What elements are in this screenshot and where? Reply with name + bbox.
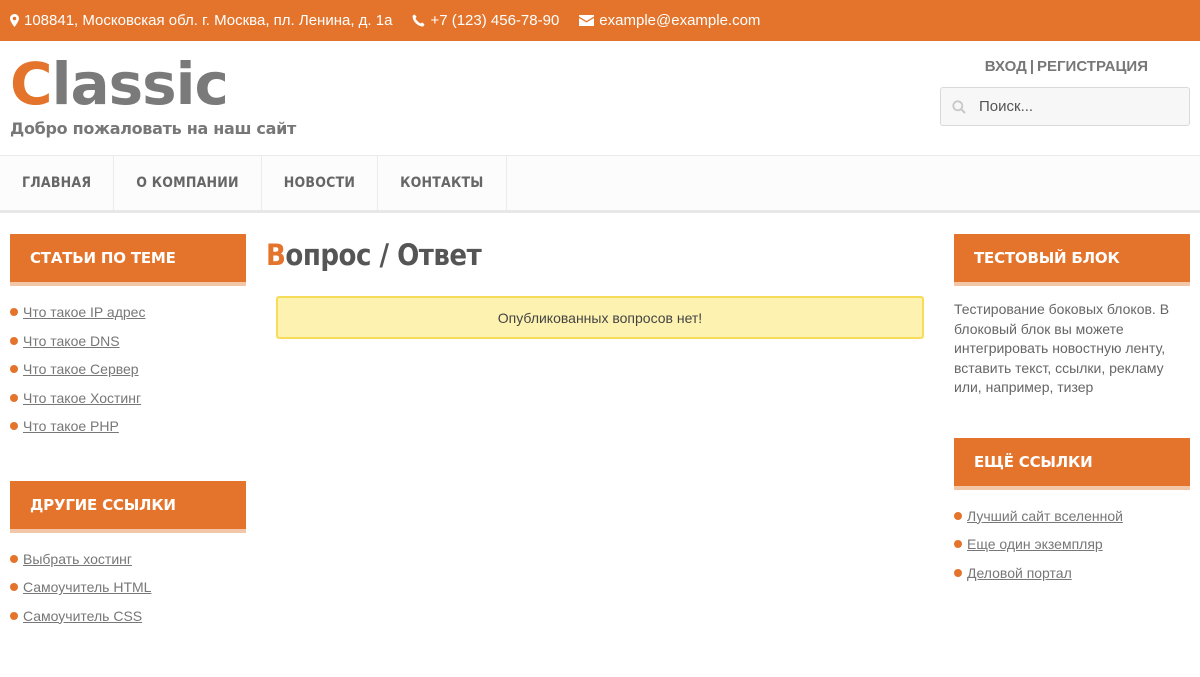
- sidebar-link[interactable]: Что такое DNS: [23, 333, 120, 349]
- link-list: Лучший сайт вселенной Еще один экземпляр…: [954, 490, 1190, 588]
- phone-item: +7 (123) 456-78-90: [412, 12, 559, 29]
- site-logo[interactable]: Classic: [10, 50, 229, 118]
- title-first-letter: В: [266, 238, 286, 272]
- sidebar-link[interactable]: Еще один экземпляр: [967, 536, 1103, 552]
- list-item: Что такое DNS: [10, 327, 246, 356]
- search-box[interactable]: [940, 87, 1190, 126]
- bullet-icon: [954, 511, 962, 520]
- list-item: Что такое IP адрес: [10, 298, 246, 327]
- sidebar-link[interactable]: Что такое IP адрес: [23, 304, 145, 320]
- title-rest: опрос / Ответ: [285, 238, 482, 272]
- sidebar-block-more-links: ЕЩЁ ССЫЛКИ Лучший сайт вселенной Еще оди…: [954, 437, 1190, 588]
- list-item: Еще один экземпляр: [954, 530, 1190, 559]
- list-item: Что такое Сервер: [10, 355, 246, 384]
- auth-separator: |: [1029, 58, 1035, 75]
- list-item: Что такое Хостинг: [10, 384, 246, 413]
- sidebar-link[interactable]: Самоучитель HTML: [23, 579, 151, 595]
- bullet-icon: [10, 422, 18, 431]
- top-contact-bar: 108841, Московская обл. г. Москва, пл. Л…: [0, 0, 1200, 41]
- site-header: Classic Добро пожаловать на наш сайт ВХО…: [0, 41, 1200, 156]
- link-list: Что такое IP адрес Что такое DNS Что так…: [10, 286, 246, 441]
- list-item: Выбрать хостинг: [10, 545, 246, 574]
- bullet-icon: [10, 554, 18, 563]
- sidebar-link[interactable]: Лучший сайт вселенной: [967, 508, 1123, 524]
- main-column: Вопрос / Ответ Опубликованных вопросов н…: [266, 234, 934, 339]
- bullet-icon: [954, 568, 962, 577]
- block-title: СТАТЬИ ПО ТЕМЕ: [10, 234, 246, 286]
- list-item: Деловой портал: [954, 559, 1190, 588]
- content-area: СТАТЬИ ПО ТЕМЕ Что такое IP адрес Что та…: [0, 213, 1200, 677]
- email-item: example@example.com: [579, 12, 760, 29]
- bullet-icon: [10, 611, 18, 620]
- block-title: ДРУГИЕ ССЫЛКИ: [10, 480, 246, 533]
- nav-item-news[interactable]: НОВОСТИ: [262, 156, 379, 210]
- sidebar-link[interactable]: Что такое Хостинг: [23, 390, 141, 406]
- list-item: Самоучитель HTML: [10, 573, 246, 602]
- sidebar-block-test: ТЕСТОВЫЙ БЛОК Тестирование боковых блоко…: [954, 234, 1190, 398]
- bullet-icon: [954, 540, 962, 549]
- list-item: Что такое PHP: [10, 412, 246, 441]
- sidebar-link[interactable]: Деловой портал: [967, 565, 1072, 581]
- sidebar-block-articles: СТАТЬИ ПО ТЕМЕ Что такое IP адрес Что та…: [10, 234, 246, 441]
- sidebar-link[interactable]: Самоучитель CSS: [23, 608, 142, 624]
- list-item: Лучший сайт вселенной: [954, 502, 1190, 531]
- bullet-icon: [10, 336, 18, 345]
- address-text: 108841, Московская обл. г. Москва, пл. Л…: [24, 12, 393, 29]
- login-link[interactable]: ВХОД: [985, 58, 1027, 75]
- bullet-icon: [10, 393, 18, 402]
- email-text: example@example.com: [599, 12, 761, 29]
- address-item: 108841, Московская обл. г. Москва, пл. Л…: [10, 12, 392, 29]
- block-title: ЕЩЁ ССЫЛКИ: [954, 437, 1190, 490]
- empty-notice: Опубликованных вопросов нет!: [276, 296, 924, 339]
- search-input[interactable]: [979, 98, 1169, 115]
- envelope-icon: [579, 15, 595, 26]
- bullet-icon: [10, 308, 18, 317]
- block-text: Тестирование боковых блоков. В блоковый …: [954, 301, 1170, 395]
- list-item: Самоучитель CSS: [10, 602, 246, 631]
- logo-rest: lassic: [51, 50, 229, 118]
- sidebar-link[interactable]: Выбрать хостинг: [23, 551, 132, 567]
- link-list: Выбрать хостинг Самоучитель HTML Самоучи…: [10, 533, 246, 631]
- page-title: Вопрос / Ответ: [266, 234, 934, 276]
- phone-text: +7 (123) 456-78-90: [430, 12, 560, 29]
- nav-item-home[interactable]: ГЛАВНАЯ: [0, 156, 115, 210]
- bullet-icon: [10, 365, 18, 374]
- right-sidebar: ТЕСТОВЫЙ БЛОК Тестирование боковых блоко…: [954, 234, 1190, 627]
- site-slogan: Добро пожаловать на наш сайт: [10, 119, 296, 138]
- phone-icon: [412, 14, 425, 27]
- map-marker-icon: [10, 14, 19, 27]
- logo-first-letter: C: [10, 50, 53, 118]
- sidebar-block-other-links: ДРУГИЕ ССЫЛКИ Выбрать хостинг Самоучител…: [10, 480, 246, 631]
- search-icon[interactable]: [952, 99, 966, 114]
- left-sidebar: СТАТЬИ ПО ТЕМЕ Что такое IP адрес Что та…: [10, 234, 246, 670]
- sidebar-link[interactable]: Что такое PHP: [23, 418, 119, 434]
- auth-links: ВХОД | РЕГИСТРАЦИЯ: [985, 58, 1148, 75]
- nav-item-about[interactable]: О КОМПАНИИ: [114, 156, 262, 210]
- bullet-icon: [10, 583, 18, 592]
- nav-item-contacts[interactable]: КОНТАКТЫ: [378, 156, 507, 210]
- block-title: ТЕСТОВЫЙ БЛОК: [954, 234, 1190, 286]
- main-nav: ГЛАВНАЯ О КОМПАНИИ НОВОСТИ КОНТАКТЫ: [0, 156, 1200, 213]
- sidebar-link[interactable]: Что такое Сервер: [23, 361, 139, 377]
- register-link[interactable]: РЕГИСТРАЦИЯ: [1037, 58, 1148, 75]
